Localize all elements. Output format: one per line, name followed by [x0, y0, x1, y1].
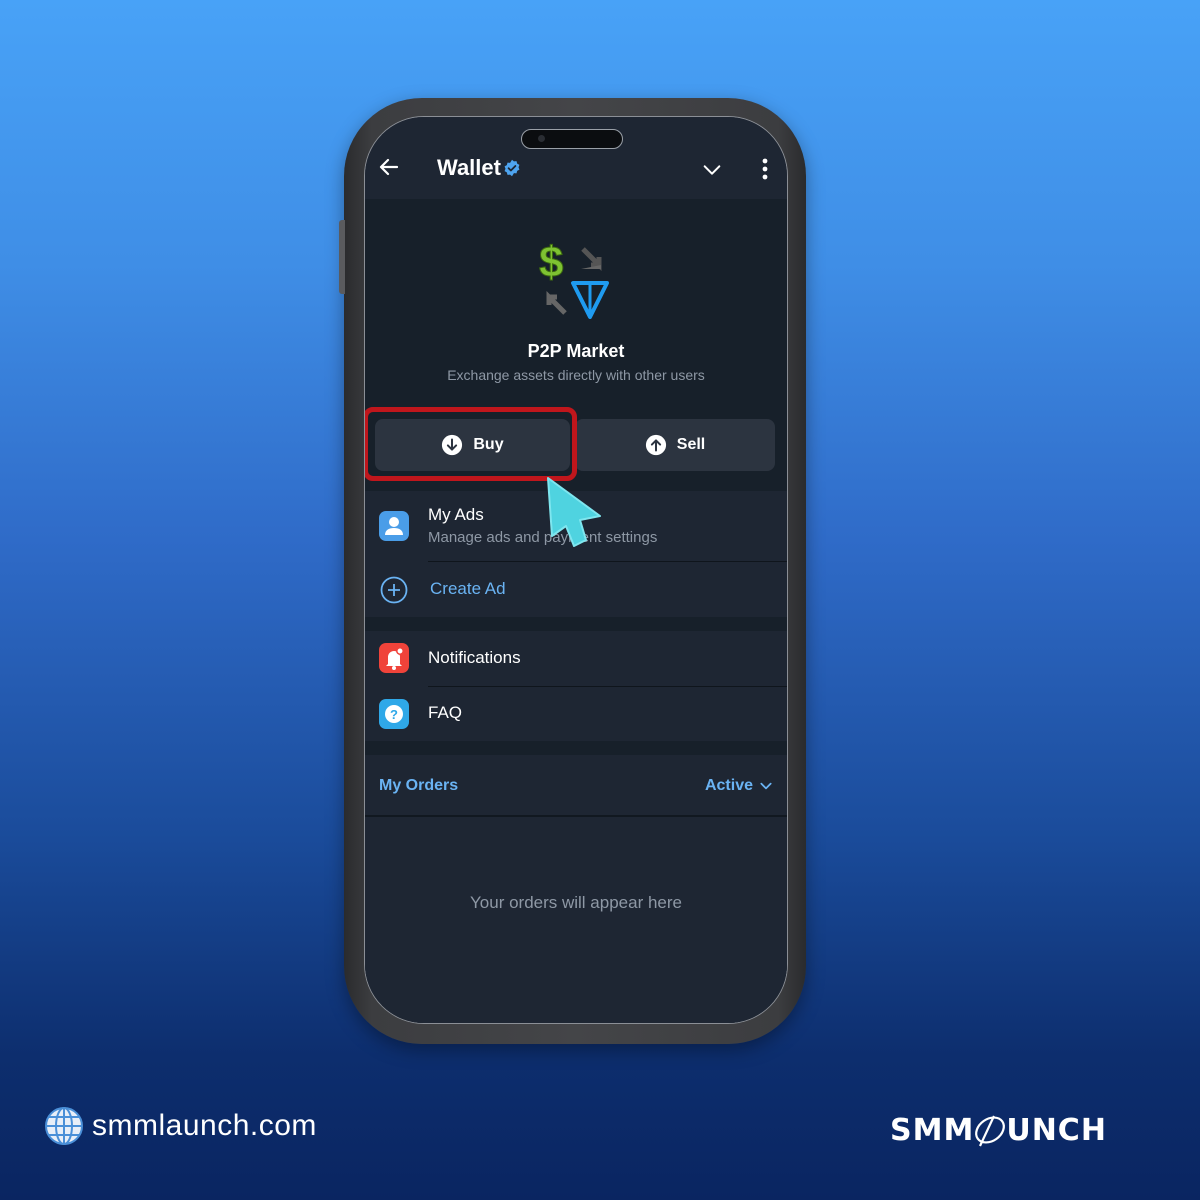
orders-filter-label: Active	[704, 777, 753, 794]
brand-left: SMM	[890, 1112, 975, 1148]
phone-screen: Wallet $ P2P Market Exchange assets dire…	[364, 116, 788, 1024]
faq-label: FAQ	[428, 703, 463, 722]
divider	[365, 815, 787, 817]
brand-logo: SMM UNCH	[890, 1112, 1107, 1148]
chevron-down-icon	[760, 782, 772, 790]
camera-notch	[521, 129, 623, 149]
question-icon: ?	[379, 699, 409, 729]
svg-text:?: ?	[390, 707, 398, 722]
user-icon	[379, 511, 409, 541]
brand-orbit-icon	[975, 1115, 1006, 1147]
sell-button[interactable]: Sell	[575, 419, 775, 471]
bell-icon	[379, 643, 409, 673]
site-link[interactable]: smmlaunch.com	[44, 1106, 317, 1146]
buy-highlight-box	[365, 407, 577, 481]
orders-title: My Orders	[379, 777, 459, 794]
page-title: Wallet	[437, 155, 501, 180]
globe-icon	[45, 1107, 83, 1145]
my-ads-label: My Ads	[428, 505, 484, 524]
back-arrow-icon[interactable]	[377, 155, 401, 179]
mouse-cursor-icon	[547, 477, 601, 547]
chevron-down-icon[interactable]	[701, 159, 723, 181]
app-header: Wallet	[365, 117, 787, 199]
notifications-label: Notifications	[428, 648, 521, 667]
content-area: $ P2P Market Exchange assets directly wi…	[365, 199, 787, 1023]
brand-right: UNCH	[1006, 1112, 1107, 1148]
p2p-exchange-icon: $	[539, 239, 609, 319]
phone-side-button	[339, 220, 345, 294]
arrow-up-circle-icon	[645, 434, 666, 456]
orders-filter-dropdown[interactable]: Active	[705, 777, 773, 795]
more-vertical-icon[interactable]	[755, 157, 775, 181]
orders-empty-state: Your orders will appear here	[470, 893, 682, 912]
menu-item-faq[interactable]: ? FAQ	[365, 687, 787, 741]
sell-label: Sell	[676, 436, 706, 453]
orders-section: My Orders Active Your orders will appear…	[365, 755, 787, 1023]
hero-title: P2P Market	[527, 341, 625, 361]
create-ad-label: Create Ad	[430, 579, 506, 598]
settings-section: Notifications ? FAQ	[365, 631, 787, 741]
menu-item-create-ad[interactable]: Create Ad	[365, 562, 787, 617]
verified-badge-icon	[504, 159, 520, 177]
hero-subtitle: Exchange assets directly with other user…	[447, 367, 705, 383]
svg-text:$: $	[539, 239, 563, 287]
phone-frame: Wallet $ P2P Market Exchange assets dire…	[339, 98, 806, 1044]
plus-circle-icon	[380, 576, 408, 604]
menu-item-notifications[interactable]: Notifications	[365, 631, 787, 686]
site-url: smmlaunch.com	[92, 1109, 317, 1142]
